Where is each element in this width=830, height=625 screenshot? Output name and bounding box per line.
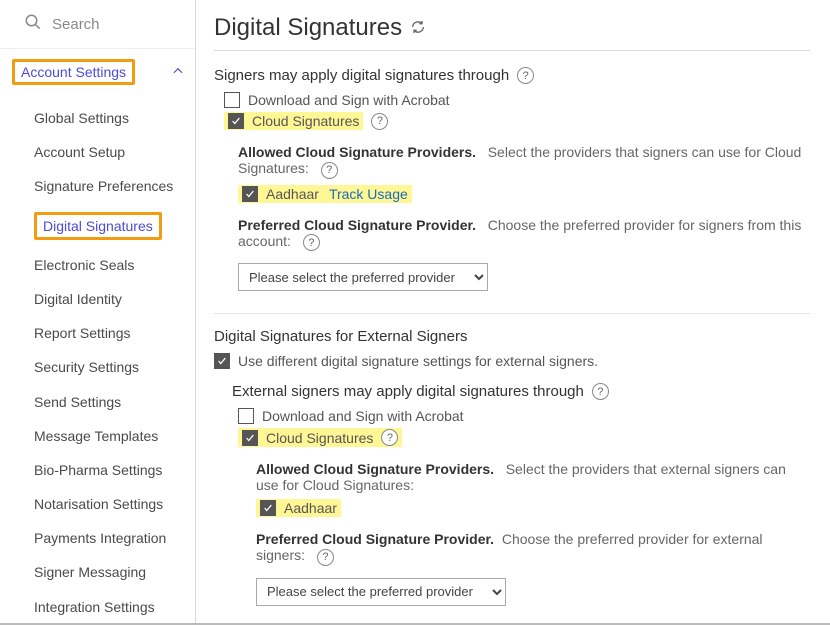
section-signers-apply-title: Signers may apply digital signatures thr… [214,67,810,84]
sidebar: Search Account Settings Global Settings … [0,0,196,623]
page-title: Digital Signatures [214,14,810,42]
section-external-apply-title: External signers may apply digital signa… [232,383,810,400]
checkbox-provider-aadhaar[interactable]: Aadhaar Track Usage [238,185,810,203]
sidebar-item-bio-pharma-settings[interactable]: Bio-Pharma Settings [0,453,195,487]
sidebar-item-account-setup[interactable]: Account Setup [0,135,195,169]
sidebar-item-digital-identity[interactable]: Digital Identity [0,282,195,316]
track-usage-link[interactable]: Track Usage [329,186,408,202]
help-icon[interactable]: ? [381,429,398,446]
checkbox-icon [260,500,276,516]
sidebar-section-label: Account Settings [12,59,135,85]
external-preferred-provider-label: Preferred Cloud Signature Provider. Choo… [256,531,810,566]
sidebar-item-signature-preferences[interactable]: Signature Preferences [0,169,195,203]
sidebar-item-report-settings[interactable]: Report Settings [0,316,195,350]
checkbox-icon [224,92,240,108]
sidebar-item-global-settings[interactable]: Global Settings [0,101,195,135]
external-allowed-providers-label: Allowed Cloud Signature Providers. Selec… [256,461,810,493]
main-content: Digital Signatures Signers may apply dig… [196,0,830,623]
search-icon [24,13,42,35]
allowed-providers-label: Allowed Cloud Signature Providers. Selec… [238,144,810,179]
chevron-up-icon [171,64,185,81]
checkbox-external-download-acrobat[interactable]: Download and Sign with Acrobat [238,408,810,424]
help-icon[interactable]: ? [371,113,388,130]
sidebar-item-digital-signatures[interactable]: Digital Signatures [0,204,195,248]
checkbox-icon [228,113,244,129]
preferred-provider-select[interactable]: Please select the preferred provider [238,263,488,291]
sidebar-item-security-settings[interactable]: Security Settings [0,350,195,384]
help-icon[interactable]: ? [317,549,334,566]
checkbox-icon [242,186,258,202]
sidebar-item-payments-integration[interactable]: Payments Integration [0,521,195,555]
sidebar-section-account-settings[interactable]: Account Settings [0,49,195,95]
checkbox-external-provider-aadhaar[interactable]: Aadhaar [256,499,810,517]
sidebar-item-electronic-seals[interactable]: Electronic Seals [0,248,195,282]
sidebar-item-integration-settings[interactable]: Integration Settings [0,590,195,624]
refresh-icon[interactable] [402,14,426,42]
checkbox-use-different-external[interactable]: Use different digital signature settings… [214,353,810,369]
checkbox-icon [242,430,258,446]
divider [214,313,810,314]
section-external-signers-title: Digital Signatures for External Signers [214,328,810,345]
external-preferred-provider-select[interactable]: Please select the preferred provider [256,578,506,606]
checkbox-cloud-signatures[interactable]: Cloud Signatures ? [224,112,810,130]
search-input[interactable]: Search [0,0,195,49]
sidebar-item-signer-messaging[interactable]: Signer Messaging [0,555,195,589]
checkbox-external-cloud-signatures[interactable]: Cloud Signatures ? [238,428,810,447]
help-icon[interactable]: ? [321,162,338,179]
checkbox-download-acrobat[interactable]: Download and Sign with Acrobat [224,92,810,108]
sidebar-item-message-templates[interactable]: Message Templates [0,419,195,453]
help-icon[interactable]: ? [592,383,609,400]
search-placeholder: Search [52,16,100,33]
checkbox-icon [214,353,230,369]
help-icon[interactable]: ? [517,67,534,84]
divider [214,50,810,51]
preferred-provider-label: Preferred Cloud Signature Provider. Choo… [238,217,810,252]
checkbox-icon [238,408,254,424]
sidebar-nav: Global Settings Account Setup Signature … [0,101,195,624]
sidebar-item-send-settings[interactable]: Send Settings [0,385,195,419]
sidebar-item-notarisation-settings[interactable]: Notarisation Settings [0,487,195,521]
help-icon[interactable]: ? [303,234,320,251]
